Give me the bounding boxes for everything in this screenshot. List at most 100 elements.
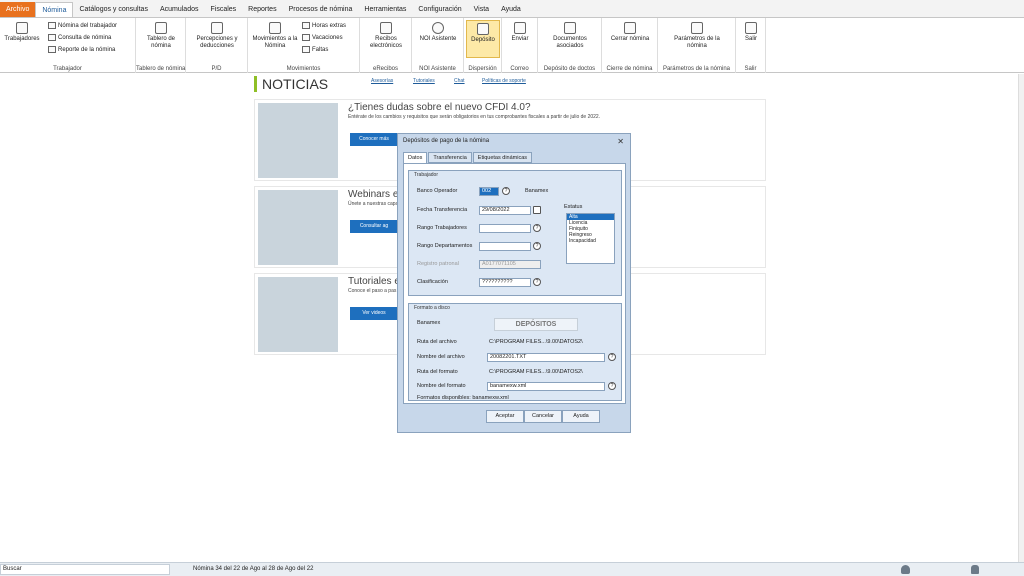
payroll-icon [48, 21, 56, 29]
link-chat[interactable]: Chat [454, 78, 465, 84]
fieldset-legend: Formato a disco [414, 305, 450, 311]
assistant-icon [432, 22, 444, 34]
clasificacion-field[interactable]: ?????????? [479, 278, 531, 287]
group-label: Depósito de doctos [543, 66, 596, 72]
percepciones-button[interactable]: Percepciones y deducciones [190, 22, 244, 50]
group-documentos: Documentos asociados Depósito de doctos [538, 18, 602, 73]
ruta-formato-value: C:\PROGRAM FILES...\9.00\DATOS2\ [489, 369, 583, 375]
group-label: Trabajador [53, 66, 82, 72]
menu-fiscales[interactable]: Fiscales [204, 2, 242, 17]
vertical-scrollbar[interactable] [1018, 74, 1024, 562]
menu-acumulados[interactable]: Acumulados [154, 2, 205, 17]
vacation-icon [302, 33, 310, 41]
dialog-title: Depósitos de pago de la nómina [403, 138, 490, 144]
banco-field[interactable]: 002 [479, 187, 499, 196]
menu-ayuda[interactable]: Ayuda [495, 2, 527, 17]
tablero-button[interactable]: Tablero de nómina [140, 22, 182, 50]
tab-transferencia[interactable]: Transferencia [428, 152, 472, 163]
nombre-archivo-field[interactable]: 20082201.TXT [487, 353, 605, 362]
fecha-label: Fecha Transferencia [417, 207, 468, 213]
help-icon[interactable]: ? [608, 382, 616, 390]
rango-departamentos-field[interactable] [479, 242, 531, 251]
menu-configuracion[interactable]: Configuración [412, 2, 467, 17]
reporte-nomina-button[interactable]: Reporte de la nómina [48, 45, 115, 55]
nomina-trabajador-button[interactable]: Nómina del trabajador [48, 21, 117, 31]
horas-extras-button[interactable]: Horas extras [302, 21, 346, 31]
group-trabajador: Trabajadores Nómina del trabajador Consu… [0, 18, 136, 73]
ayuda-button[interactable]: Ayuda [562, 410, 600, 423]
menu-reportes[interactable]: Reportes [242, 2, 282, 17]
salir-button[interactable]: Salir [740, 22, 762, 43]
registro-patronal-label: Registro patronal [417, 261, 459, 267]
group-label: eRecibos [372, 66, 398, 72]
ribbon: Trabajadores Nómina del trabajador Consu… [0, 17, 1024, 73]
fieldset-legend: Trabajador [414, 172, 438, 178]
movimientos-button[interactable]: Movimientos a la Nómina [252, 22, 298, 50]
consulta-nomina-button[interactable]: Consulta de nómina [48, 33, 111, 43]
menu-nomina[interactable]: Nómina [35, 2, 74, 17]
link-tutoriales[interactable]: Tutoriales [413, 78, 435, 84]
depositos-dialog: Depósitos de pago de la nómina ✕ Datos T… [397, 133, 631, 433]
group-label: NOI Asistente [419, 66, 456, 72]
calendar-icon[interactable] [533, 206, 541, 214]
news-text: Únete a nuestras capa [348, 201, 399, 207]
ver-videos-button[interactable]: Ver videos [350, 307, 398, 320]
banco-label: Banco Operador [417, 188, 458, 194]
help-icon[interactable]: ? [533, 224, 541, 232]
consultar-agenda-button[interactable]: Consultar ag [350, 220, 398, 233]
nombre-formato-field[interactable]: banamexw.xml [487, 382, 605, 391]
report-icon [48, 45, 56, 53]
group-label: Movimientos [286, 66, 321, 72]
workers-icon [16, 22, 28, 34]
help-icon[interactable]: ? [533, 278, 541, 286]
documents-icon [564, 22, 576, 34]
list-item[interactable]: Incapacidad [567, 238, 614, 244]
group-tablero: Tablero de nómina Tablero de nómina [136, 18, 186, 73]
close-icon[interactable]: ✕ [617, 137, 624, 146]
conocer-mas-button[interactable]: Conocer más [350, 133, 398, 146]
fecha-field[interactable]: 29/08/2022 [479, 206, 531, 215]
tab-datos[interactable]: Datos [403, 152, 428, 163]
cerrar-nomina-button[interactable]: Cerrar nómina [610, 22, 650, 43]
help-icon[interactable]: ? [502, 187, 510, 195]
menu-catalogos[interactable]: Catálogos y consultas [73, 2, 153, 17]
exit-icon [745, 22, 757, 34]
clock-icon [302, 21, 310, 29]
menu-vista[interactable]: Vista [468, 2, 495, 17]
tab-panel: Trabajador Banco Operador 002 ? Banamex … [403, 163, 626, 404]
help-icon[interactable]: ? [608, 353, 616, 361]
tab-etiquetas[interactable]: Etiquetas dinámicas [472, 152, 533, 163]
user-icon[interactable] [901, 565, 910, 574]
trabajadores-button[interactable]: Trabajadores [3, 22, 41, 43]
menu-procesos[interactable]: Procesos de nómina [283, 2, 359, 17]
aceptar-button[interactable]: Aceptar [486, 410, 524, 423]
news-image [258, 277, 338, 352]
estatus-list[interactable]: Alta Licencia Finiquito Reingreso Incapa… [566, 213, 615, 264]
documentos-button[interactable]: Documentos asociados [544, 22, 596, 50]
news-title: NOTICIAS [254, 76, 328, 92]
recibos-button[interactable]: Recibos electrónicos [364, 22, 408, 50]
depositos-logo: DEPÓSITOS [494, 318, 578, 331]
vacaciones-button[interactable]: Vacaciones [302, 33, 343, 43]
group-pd: Percepciones y deducciones P/D [186, 18, 248, 73]
group-cierre: Cerrar nómina Cierre de nómina [602, 18, 658, 73]
notification-bell-icon[interactable] [971, 565, 979, 574]
help-icon[interactable]: ? [533, 242, 541, 250]
cancelar-button[interactable]: Cancelar [524, 410, 562, 423]
rango-trabajadores-field[interactable] [479, 224, 531, 233]
parametros-button[interactable]: Parámetros de la nómina [666, 22, 728, 50]
faltas-button[interactable]: Faltas [302, 45, 328, 55]
deposito-button[interactable]: Depósito [466, 20, 500, 58]
enviar-button[interactable]: Enviar [506, 22, 534, 43]
formato-bank: Banamex [417, 320, 441, 326]
menu-archivo[interactable]: Archivo [0, 2, 36, 17]
registro-patronal-select[interactable]: A0177071105 [479, 260, 541, 269]
noi-asistente-button[interactable]: NOI Asistente [418, 22, 458, 43]
deposit-icon [477, 23, 489, 35]
link-asesorias[interactable]: Asesorías [371, 78, 393, 84]
news-image [258, 190, 338, 265]
menu-herramientas[interactable]: Herramientas [358, 2, 412, 17]
search-input[interactable]: Buscar [0, 564, 170, 575]
estatus-legend: Estatus [564, 204, 583, 210]
link-politicas[interactable]: Políticas de soporte [482, 78, 526, 84]
